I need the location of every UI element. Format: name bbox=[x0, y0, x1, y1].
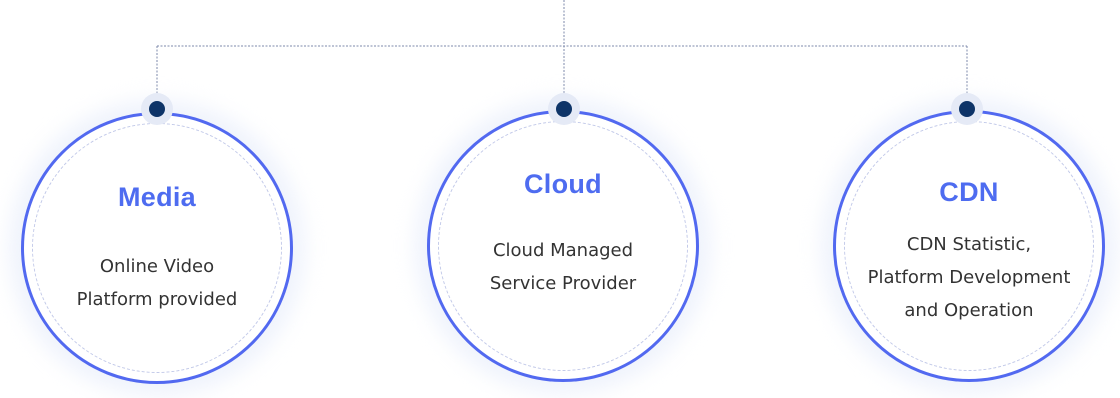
node-cdn: CDN CDN Statistic, Platform Development … bbox=[821, 98, 1117, 394]
node-content: Media Online Video Platform provided bbox=[21, 112, 293, 384]
node-content: Cloud Cloud Managed Service Provider bbox=[427, 110, 699, 382]
connector-dot-cdn bbox=[951, 93, 983, 125]
node-cloud: Cloud Cloud Managed Service Provider bbox=[415, 98, 711, 394]
node-title: CDN bbox=[939, 177, 999, 207]
node-description: Online Video Platform provided bbox=[76, 256, 238, 310]
node-description: Cloud Managed Service Provider bbox=[489, 240, 637, 294]
connector-dot-cloud bbox=[548, 93, 580, 125]
node-content: CDN CDN Statistic, Platform Development … bbox=[833, 110, 1105, 382]
node-title: Cloud bbox=[524, 169, 602, 199]
node-media: Media Online Video Platform provided bbox=[9, 100, 305, 396]
node-title: Media bbox=[117, 182, 197, 212]
node-description: CDN Statistic, Platform Development and … bbox=[867, 234, 1071, 321]
connector-dot-media bbox=[141, 93, 173, 125]
